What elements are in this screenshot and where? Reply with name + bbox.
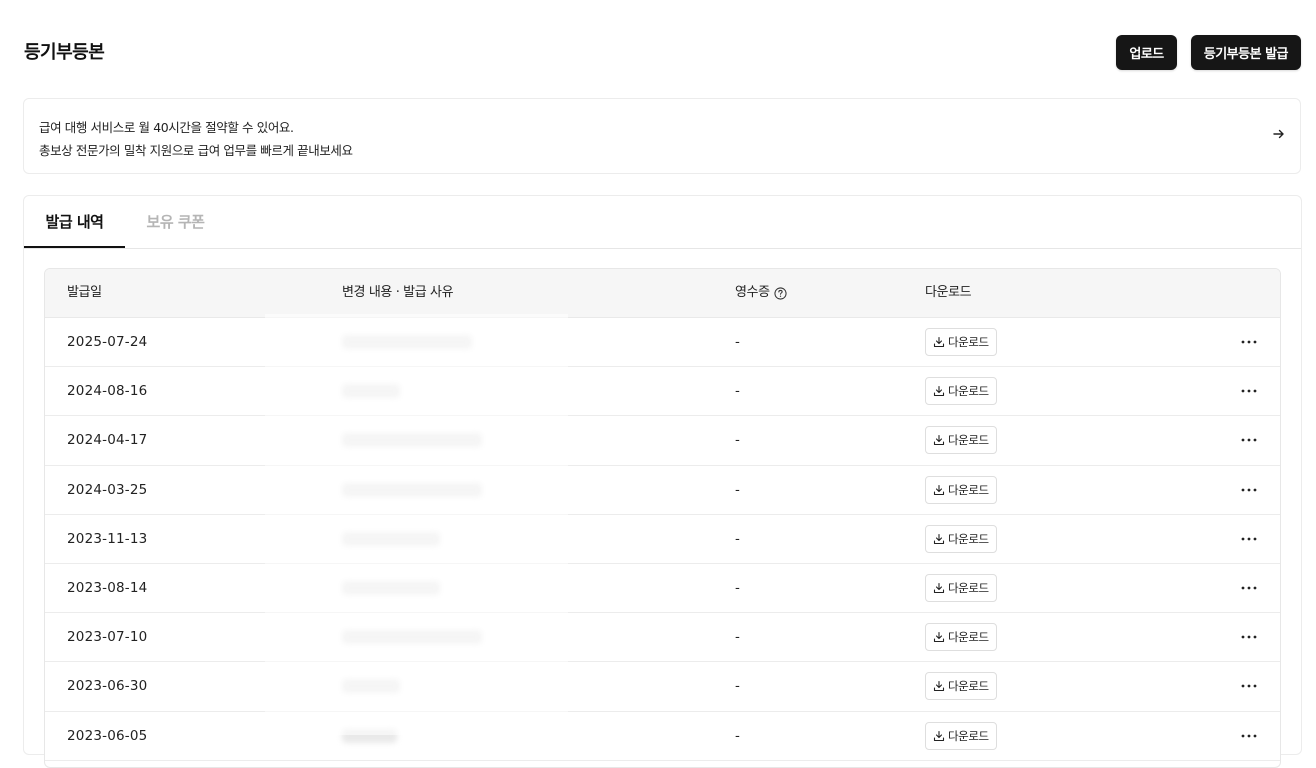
download-icon bbox=[933, 386, 945, 397]
more-options-icon[interactable] bbox=[1240, 333, 1258, 351]
payroll-service-banner[interactable]: 급여 대행 서비스로 월 40시간을 절약할 수 있어요. 총보상 전문가의 밀… bbox=[23, 98, 1301, 174]
download-icon bbox=[933, 435, 945, 446]
issue-date: 2024-08-16 bbox=[67, 383, 148, 400]
column-header-reason: 변경 내용 · 발급 사유 bbox=[342, 285, 454, 300]
download-icon bbox=[933, 730, 945, 741]
tab-bar: 발급 내역 보유 쿠폰 bbox=[24, 196, 1301, 249]
issue-date: 2023-07-10 bbox=[67, 629, 148, 646]
issue-date: 2025-07-24 bbox=[67, 334, 148, 350]
table-row: 2023-08-14 - 다운로드 bbox=[45, 563, 1280, 614]
page-title: 등기부등본 bbox=[24, 42, 105, 63]
download-button[interactable]: 다운로드 bbox=[925, 573, 997, 602]
issue-date: 2023-11-13 bbox=[67, 530, 148, 547]
tab-coupons[interactable]: 보유 쿠폰 bbox=[125, 196, 226, 248]
download-label: 다운로드 bbox=[948, 580, 989, 595]
more-options-icon[interactable] bbox=[1240, 628, 1258, 646]
download-icon bbox=[933, 681, 945, 692]
receipt-value: - bbox=[735, 432, 740, 449]
download-button[interactable]: 다운로드 bbox=[925, 426, 997, 455]
table-row: 2023-07-10 - 다운로드 bbox=[45, 613, 1280, 663]
more-options-icon[interactable] bbox=[1240, 481, 1258, 499]
download-icon bbox=[933, 632, 945, 643]
issue-history-table: 발급일 변경 내용 · 발급 사유 영수증 다운로드 2025-07-24 - 다운… bbox=[44, 268, 1281, 768]
table-row: 2024-03-25 - 다운로드 bbox=[45, 465, 1280, 515]
download-label: 다운로드 bbox=[948, 531, 989, 546]
table-row: 2025-07-24 - 다운로드 bbox=[45, 318, 1280, 368]
more-options-icon[interactable] bbox=[1240, 727, 1258, 745]
banner-line-2: 총보상 전문가의 밀착 지원으로 급여 업무를 빠르게 끝내보세요 bbox=[39, 143, 353, 158]
issue-date: 2023-08-14 bbox=[67, 579, 148, 596]
download-label: 다운로드 bbox=[948, 433, 989, 448]
table-row: 2024-08-16 - 다운로드 bbox=[45, 367, 1280, 417]
column-header-download: 다운로드 bbox=[925, 285, 972, 300]
download-label: 다운로드 bbox=[948, 335, 989, 349]
download-icon bbox=[933, 336, 945, 348]
upload-button[interactable]: 업로드 bbox=[1116, 35, 1177, 70]
table-header: 발급일 변경 내용 · 발급 사유 영수증 다운로드 bbox=[45, 269, 1280, 318]
tab-issue-history[interactable]: 발급 내역 bbox=[24, 196, 125, 248]
table-row: 2024-04-17 - 다운로드 bbox=[45, 416, 1280, 466]
more-options-icon[interactable] bbox=[1240, 530, 1258, 548]
download-icon bbox=[933, 484, 945, 495]
download-label: 다운로드 bbox=[948, 679, 989, 694]
download-label: 다운로드 bbox=[948, 482, 989, 497]
download-icon bbox=[933, 582, 945, 593]
issue-date: 2023-06-30 bbox=[67, 678, 148, 695]
banner-line-1: 급여 대행 서비스로 월 40시간을 절약할 수 있어요. bbox=[39, 120, 294, 135]
issue-history-card: 발급 내역 보유 쿠폰 발급일 변경 내용 · 발급 사유 영수증 다운로드 2… bbox=[23, 195, 1302, 768]
redaction-overlay bbox=[265, 314, 568, 735]
column-header-receipt: 영수증 bbox=[735, 269, 787, 317]
issue-date: 2024-03-25 bbox=[67, 481, 148, 498]
more-options-icon[interactable] bbox=[1240, 677, 1258, 695]
download-button[interactable]: 다운로드 bbox=[925, 524, 997, 553]
more-options-icon[interactable] bbox=[1240, 382, 1258, 400]
receipt-value: - bbox=[735, 629, 740, 646]
download-label: 다운로드 bbox=[948, 728, 989, 743]
receipt-value: - bbox=[735, 530, 740, 547]
arrow-right-icon bbox=[1273, 129, 1284, 139]
table-row: 2023-06-30 - 다운로드 bbox=[45, 662, 1280, 712]
receipt-value: - bbox=[735, 727, 740, 744]
download-button[interactable]: 다운로드 bbox=[925, 377, 997, 406]
header-actions: 업로드 등기부등본 발급 bbox=[1116, 35, 1301, 70]
download-button[interactable]: 다운로드 bbox=[925, 721, 997, 750]
column-header-receipt-label: 영수증 bbox=[735, 285, 770, 300]
more-options-icon[interactable] bbox=[1240, 431, 1258, 449]
table-row: 2023-06-05 - 다운로드 bbox=[45, 711, 1280, 761]
table-row: 2023-11-13 - 다운로드 bbox=[45, 514, 1280, 564]
issue-registry-button[interactable]: 등기부등본 발급 bbox=[1190, 35, 1301, 70]
receipt-value: - bbox=[735, 383, 740, 400]
download-button[interactable]: 다운로드 bbox=[925, 623, 997, 652]
download-button[interactable]: 다운로드 bbox=[925, 672, 997, 701]
download-label: 다운로드 bbox=[948, 384, 989, 399]
help-icon[interactable] bbox=[774, 286, 787, 300]
receipt-value: - bbox=[735, 334, 740, 350]
download-button[interactable]: 다운로드 bbox=[925, 328, 997, 356]
download-label: 다운로드 bbox=[948, 630, 989, 645]
download-icon bbox=[933, 533, 945, 544]
issue-date: 2024-04-17 bbox=[67, 432, 148, 449]
receipt-value: - bbox=[735, 678, 740, 695]
download-button[interactable]: 다운로드 bbox=[925, 475, 997, 504]
issue-date: 2023-06-05 bbox=[67, 727, 148, 744]
receipt-value: - bbox=[735, 579, 740, 596]
more-options-icon[interactable] bbox=[1240, 579, 1258, 597]
column-header-date: 발급일 bbox=[67, 285, 102, 300]
table-body: 2025-07-24- 다운로드 2024-08-16- 다운로드 2024-04-17… bbox=[45, 318, 1280, 761]
receipt-value: - bbox=[735, 481, 740, 498]
